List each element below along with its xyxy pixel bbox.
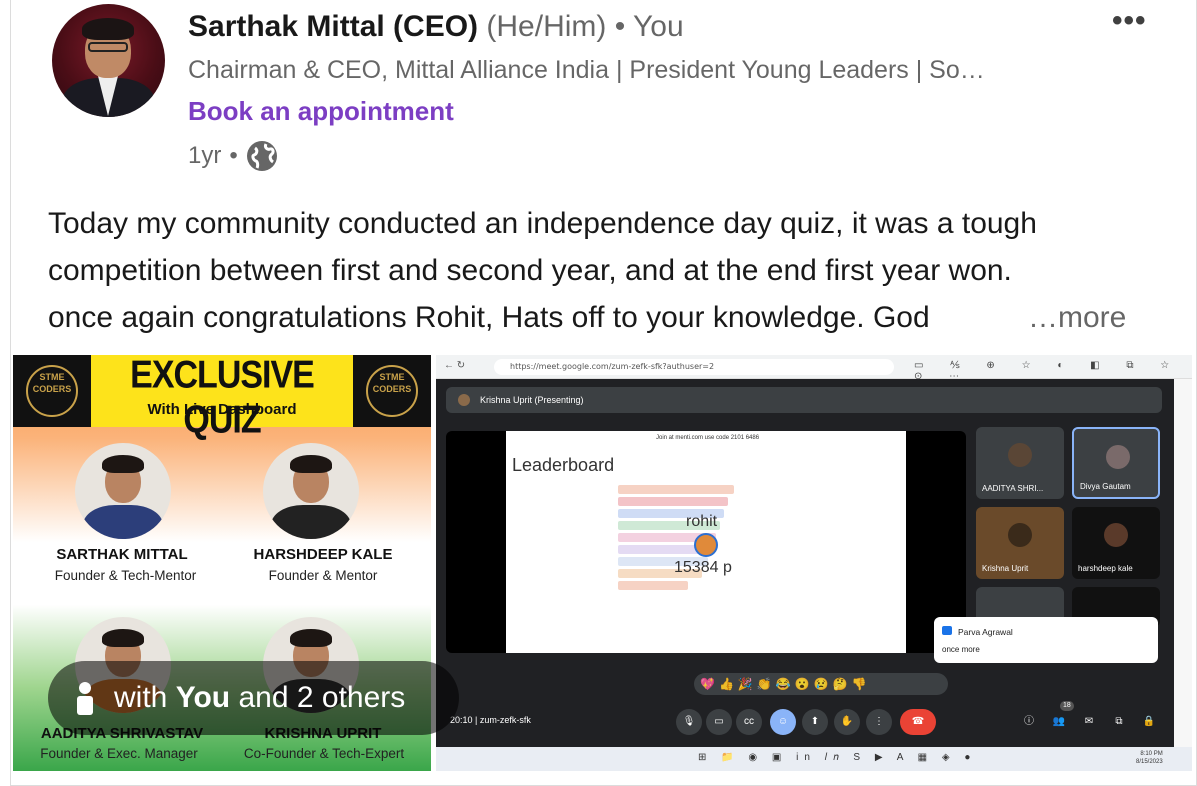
- club-logo-right: STME CODERS: [353, 355, 431, 427]
- leaderboard-bar: [618, 497, 728, 506]
- globe-icon: [246, 141, 277, 171]
- person-name: SARTHAK MITTAL: [56, 546, 188, 563]
- url-bar: https://meet.google.com/zum-zefk-sfk?aut…: [494, 359, 894, 375]
- info-icon: ⓘ: [1024, 716, 1034, 727]
- see-more-link[interactable]: …more: [1028, 294, 1126, 341]
- windows-taskbar: ⊞ 📁 ◉ ▣ in 𝑙𝑛 S ▶ A ▦ ◈ ● 8:10 PM 8/15/20…: [436, 747, 1192, 771]
- meet-screenshot-image[interactable]: ← ↻ https://meet.google.com/zum-zefk-sfk…: [436, 355, 1192, 771]
- chat-message: once more: [942, 645, 980, 654]
- captions-icon: cc: [736, 709, 762, 735]
- browser-icons: ▭ ⅍ ⊕ ☆ ◐ ◧ ⧉ ☆ ⊙ ⋯: [914, 360, 1182, 382]
- presenting-bar: Krishna Uprit (Presenting): [446, 387, 1162, 413]
- meet-controls: 20:10 | zum-zefk-sfk 🎙 ▭ cc ☺ ⬆ ✋ ⋮ ☎ ⓘ …: [436, 701, 1174, 743]
- reaction-bar: 💖👍🎉👏😂😮😢🤔👎: [694, 673, 948, 695]
- post-text-line: Today my community conducted an independ…: [48, 207, 1037, 240]
- participant-tile: harshdeep kale: [1072, 507, 1160, 579]
- author-pronouns: (He/Him): [486, 10, 607, 43]
- chat-sender: Parva Agrawal: [958, 627, 1013, 637]
- mentimeter-slide: Join at menti.com use code 2101 6486 Lea…: [506, 431, 906, 653]
- taskbar-icons: ⊞ 📁 ◉ ▣ in 𝑙𝑛 S ▶ A ▦ ◈ ●: [698, 752, 977, 763]
- presenter-avatar: [458, 394, 470, 406]
- person-name: HARSHDEEP KALE: [253, 546, 393, 563]
- person-role: Co-Founder & Tech-Expert: [243, 746, 405, 761]
- leaderboard-bar: [618, 581, 688, 590]
- meeting-info: 20:10 | zum-zefk-sfk: [450, 715, 531, 725]
- person-photo: [75, 443, 171, 539]
- post-text-line: competition between first and second yea…: [48, 254, 1012, 287]
- post-menu-button[interactable]: •••: [1112, 4, 1147, 38]
- participant-tile: AADITYA SHRI...: [976, 427, 1064, 499]
- end-call-icon: ☎: [900, 709, 936, 735]
- browser-bar: ← ↻ https://meet.google.com/zum-zefk-sfk…: [436, 355, 1192, 382]
- highlight-avatar: [694, 533, 718, 557]
- chat-notification: Parva Agrawal once more: [934, 617, 1158, 663]
- slide-join-text: Join at menti.com use code 2101 6486: [656, 435, 760, 441]
- post-body: Today my community conducted an independ…: [48, 200, 1148, 341]
- author-headline: Chairman & CEO, Mittal Alliance India | …: [188, 56, 985, 84]
- book-appointment-link[interactable]: Book an appointment: [188, 96, 454, 127]
- person-role: Founder & Exec. Manager: [40, 746, 198, 761]
- person-icon: [77, 682, 93, 715]
- poster-title: EXCLUSIVE QUIZ: [130, 355, 315, 442]
- author-avatar[interactable]: [52, 4, 165, 117]
- people-icon: 👥 18: [1046, 701, 1074, 735]
- club-logo-left: STME CODERS: [13, 355, 91, 427]
- poster-banner: STME CODERS EXCLUSIVE QUIZ With Live Das…: [13, 355, 431, 442]
- meta-separator: •: [229, 142, 238, 169]
- browser-nav-icon: ← ↻: [444, 360, 466, 371]
- post-age: 1yr: [188, 142, 222, 169]
- highlight-score: 15384 p: [674, 559, 732, 576]
- emoji-icon: ☺: [770, 709, 796, 735]
- camera-icon: ▭: [706, 709, 732, 735]
- chat-icon: [942, 626, 952, 635]
- post-text-line: once again congratulations Rohit, Hats o…: [48, 301, 930, 334]
- presentation-stage: Join at menti.com use code 2101 6486 Lea…: [446, 431, 966, 653]
- leaderboard-bar: [618, 485, 734, 494]
- tagged-text: with You and 2 others: [114, 681, 406, 714]
- post-meta: 1yr •: [188, 140, 278, 172]
- taskbar-clock: 8:10 PM 8/15/2023: [1136, 751, 1163, 765]
- participant-tile: Krishna Uprit: [976, 507, 1064, 579]
- person-photo: [263, 443, 359, 539]
- author-name-line[interactable]: Sarthak Mittal (CEO) (He/Him) • You: [188, 10, 684, 44]
- connection-degree: • You: [614, 10, 684, 43]
- person-role: Founder & Mentor: [268, 568, 378, 583]
- present-icon: ⬆: [802, 709, 828, 735]
- highlight-name: rohit: [686, 513, 718, 530]
- hand-icon: ✋: [834, 709, 860, 735]
- activities-icon: ⧉: [1115, 716, 1123, 727]
- tagged-people-button[interactable]: with You and 2 others: [48, 661, 459, 735]
- slide-title: Leaderboard: [512, 455, 615, 475]
- poster-subtitle: With Live Dashboard: [147, 401, 297, 418]
- browser-sidebar: [1174, 379, 1192, 771]
- author-name[interactable]: Sarthak Mittal (CEO): [188, 10, 478, 43]
- host-controls-icon: 🔒: [1142, 716, 1156, 727]
- more-icon: ⋮: [866, 709, 892, 735]
- presenting-label: Krishna Uprit (Presenting): [480, 395, 584, 405]
- chat-panel-icon: ✉: [1084, 716, 1094, 727]
- person-role: Founder & Tech-Mentor: [54, 568, 197, 583]
- mic-icon: 🎙: [676, 709, 702, 735]
- participant-tile: Divya Gautam: [1072, 427, 1160, 499]
